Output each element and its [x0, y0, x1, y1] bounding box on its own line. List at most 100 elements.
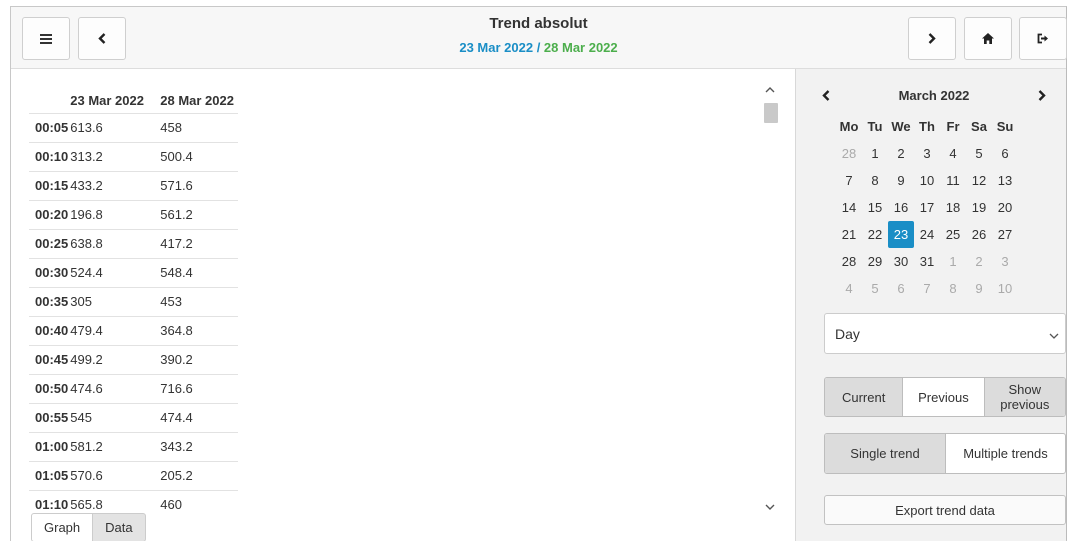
calendar-day[interactable]: 19	[966, 194, 992, 221]
calendar-day[interactable]: 25	[940, 221, 966, 248]
value-cell-date2: 458	[154, 112, 239, 142]
calendar-day[interactable]: 4	[940, 140, 966, 167]
time-cell: 00:20	[29, 199, 71, 229]
calendar-day[interactable]: 22	[862, 221, 888, 248]
calendar-day[interactable]: 31	[914, 248, 940, 275]
calendar-day[interactable]: 5	[862, 275, 888, 302]
calendar-day[interactable]: 1	[940, 248, 966, 275]
time-cell: 00:50	[29, 373, 71, 403]
scrollbar-thumb[interactable]	[764, 103, 778, 123]
time-column-header	[29, 89, 70, 113]
current-button[interactable]: Current	[825, 378, 903, 416]
value-cell-date1: 638.8	[70, 228, 155, 258]
calendar-day[interactable]: 10	[914, 167, 940, 194]
calendar-day[interactable]: 29	[862, 248, 888, 275]
value-cell-date2: 548.4	[154, 257, 239, 287]
table-row: 00:10 313.2 500.4	[29, 141, 239, 171]
date-range-separator: /	[533, 40, 544, 55]
tab-data[interactable]: Data	[93, 513, 146, 541]
calendar-day[interactable]: 20	[992, 194, 1018, 221]
calendar-day[interactable]: 17	[914, 194, 940, 221]
table-header-row: 23 Mar 2022 28 Mar 2022	[29, 89, 238, 113]
calendar-day[interactable]: 15	[862, 194, 888, 221]
time-cell: 00:15	[29, 170, 71, 200]
table-row: 01:00 581.2 343.2	[29, 431, 239, 461]
value-cell-date1: 499.2	[70, 344, 155, 374]
table-row: 00:55 545 474.4	[29, 402, 239, 432]
time-cell: 00:35	[29, 286, 71, 316]
value-cell-date1: 474.6	[70, 373, 155, 403]
calendar-day[interactable]: 9	[966, 275, 992, 302]
calendar-month-label[interactable]: March 2022	[816, 88, 1052, 103]
scroll-down-arrow-icon[interactable]	[765, 503, 775, 513]
table-row: 00:45 499.2 390.2	[29, 344, 239, 374]
calendar-day[interactable]: 12	[966, 167, 992, 194]
date-range-start: 23 Mar 2022	[459, 40, 534, 55]
calendar-day[interactable]: 7	[836, 167, 862, 194]
calendar-day[interactable]: 21	[836, 221, 862, 248]
view-tabs: Graph Data	[31, 513, 146, 541]
calendar-day[interactable]: 8	[862, 167, 888, 194]
value-cell-date2: 716.6	[154, 373, 239, 403]
calendar-day[interactable]: 6	[888, 275, 914, 302]
forward-button[interactable]	[908, 17, 956, 60]
table-row: 00:50 474.6 716.6	[29, 373, 239, 403]
home-button[interactable]	[964, 17, 1012, 60]
calendar-day[interactable]: 18	[940, 194, 966, 221]
period-select[interactable]: Day	[824, 313, 1066, 354]
show-previous-button[interactable]: Show previous	[983, 378, 1065, 416]
period-select-value: Day	[835, 325, 860, 342]
date-range-end: 28 Mar 2022	[543, 40, 618, 55]
time-cell: 01:05	[29, 460, 71, 490]
calendar-day[interactable]: 7	[914, 275, 940, 302]
scroll-up-arrow-icon[interactable]	[765, 85, 775, 95]
calendar-day[interactable]: 14	[836, 194, 862, 221]
calendar-weekday-label: Sa	[971, 119, 987, 134]
scrollbar[interactable]	[761, 83, 779, 513]
table-row: 00:30 524.4 548.4	[29, 257, 239, 287]
value-cell-date1: 570.6	[70, 460, 155, 490]
value-cell-date2: 390.2	[154, 344, 239, 374]
calendar-day[interactable]: 1	[862, 140, 888, 167]
calendar-day[interactable]: 10	[992, 275, 1018, 302]
calendar-day[interactable]: 9	[888, 167, 914, 194]
calendar-day[interactable]: 11	[940, 167, 966, 194]
calendar-day[interactable]: 27	[992, 221, 1018, 248]
calendar-day[interactable]: 4	[836, 275, 862, 302]
calendar-day[interactable]: 30	[888, 248, 914, 275]
home-icon	[982, 33, 994, 44]
chevron-down-icon	[1049, 327, 1059, 343]
calendar-day[interactable]: 2	[888, 140, 914, 167]
logout-button[interactable]	[1019, 17, 1067, 60]
column-header-date1: 23 Mar 2022	[70, 93, 144, 109]
calendar-weekday-label: Tu	[867, 119, 883, 134]
table-row: 00:40 479.4 364.8	[29, 315, 239, 345]
export-trend-data-button[interactable]: Export trend data	[824, 495, 1066, 525]
previous-button[interactable]: Previous	[902, 378, 983, 416]
calendar-day[interactable]: 2	[966, 248, 992, 275]
calendar-day[interactable]: 5	[966, 140, 992, 167]
single-trend-button[interactable]: Single trend	[825, 434, 945, 473]
value-cell-date2: 460	[154, 489, 239, 519]
calendar-day[interactable]: 6	[992, 140, 1018, 167]
calendar-weekday-label: Th	[919, 119, 935, 134]
calendar-grid: Mo Tu We Th Fr Sa Su 28 1 2 3 4 5 6 7 8 9 10 11 12 13 14 15 16 1…	[836, 113, 1018, 302]
calendar-day[interactable]: 28	[836, 248, 862, 275]
control-panel: March 2022 Mo Tu We Th Fr Sa Su 28 1 2 3 4 5 6 7 8 9 10 11…	[795, 69, 1066, 541]
calendar-day[interactable]: 28	[836, 140, 862, 167]
column-header-date2: 28 Mar 2022	[160, 93, 234, 109]
trend-mode-button-group: Single trend Multiple trends	[824, 433, 1066, 474]
calendar-day[interactable]: 13	[992, 167, 1018, 194]
calendar-day[interactable]: 16	[888, 194, 914, 221]
calendar-day[interactable]: 26	[966, 221, 992, 248]
tab-graph[interactable]: Graph	[31, 513, 94, 541]
calendar-day[interactable]: 8	[940, 275, 966, 302]
calendar-weekday-label: Fr	[946, 119, 960, 134]
calendar-day[interactable]: 24	[914, 221, 940, 248]
calendar-next-month-button[interactable]	[1032, 87, 1052, 105]
calendar-day[interactable]: 3	[992, 248, 1018, 275]
calendar-day[interactable]: 3	[914, 140, 940, 167]
calendar-day-selected[interactable]: 23	[888, 221, 914, 248]
multiple-trends-button[interactable]: Multiple trends	[945, 434, 1065, 473]
table-row: 00:05 613.6 458	[29, 112, 239, 142]
